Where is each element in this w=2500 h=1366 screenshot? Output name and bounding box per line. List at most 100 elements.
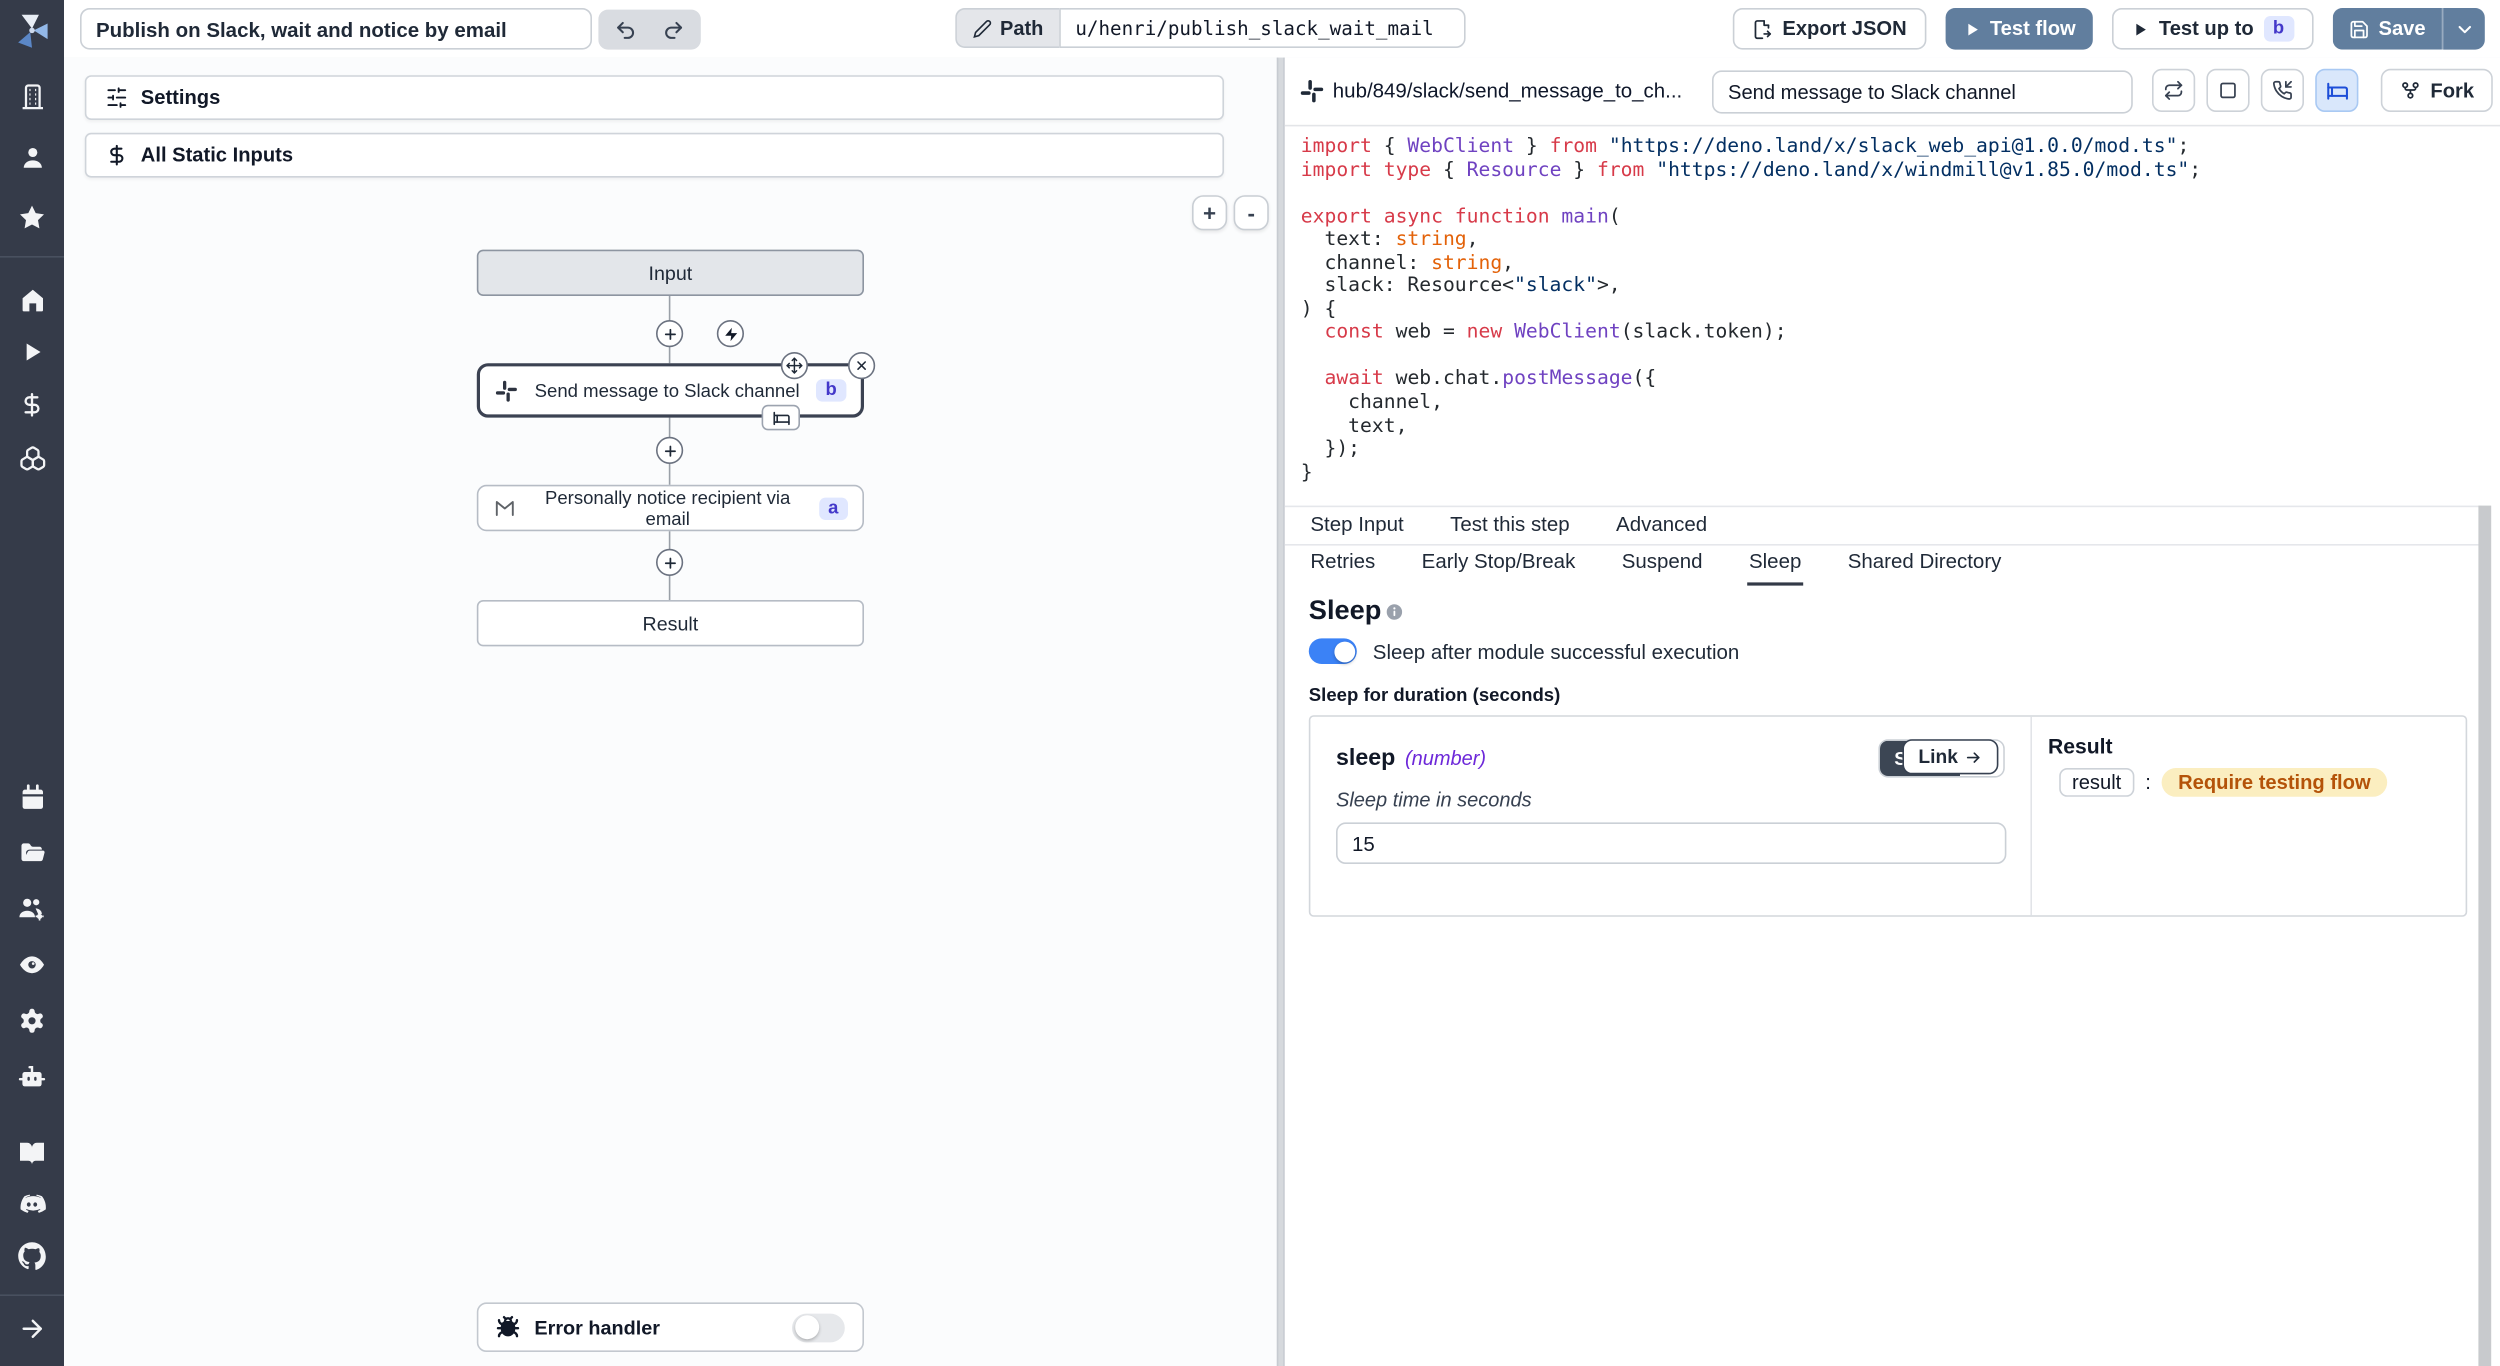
zoom-out-button[interactable]: - [1234,195,1269,230]
early-stop-square-icon[interactable] [2206,69,2249,112]
settings-gear-icon[interactable] [13,1002,51,1040]
panel-resize-handle[interactable] [1277,58,1285,1366]
bug-icon [496,1315,520,1339]
path-group: Path [955,8,1466,48]
schedules-calendar-icon[interactable] [13,778,51,816]
result-key-chip: result [2059,768,2134,797]
result-colon: : [2145,771,2151,793]
column-divider [2030,717,2032,915]
dollar-icon [106,144,128,166]
save-icon [2348,18,2369,39]
step-summary-input[interactable] [1712,70,2133,113]
flow-node-email-step[interactable]: Personally notice recipient via email a [477,485,864,531]
runs-play-icon[interactable] [13,333,51,371]
fork-button[interactable]: Fork [2381,69,2493,112]
move-step-icon[interactable] [781,352,808,379]
step-detail-panel: hub/849/slack/send_message_to_ch... Fork… [1285,58,2500,1366]
step-tabs-primary: Step Input Test this step Advanced [1285,506,2482,546]
groups-users-gear-icon[interactable] [13,890,51,928]
sleep-value-input[interactable] [1336,822,2006,864]
workspace-building-icon[interactable] [13,77,51,115]
insert-step-plus-icon[interactable] [656,320,683,347]
sliders-icon [106,86,128,108]
step-tabs-secondary: Retries Early Stop/Break Suspend Sleep Share… [1285,544,2482,584]
test-flow-label: Test flow [1990,18,2076,40]
zoom-in-button[interactable]: + [1192,195,1227,230]
trigger-zap-icon[interactable] [717,320,744,347]
tab-suspend[interactable]: Suspend [1620,544,1704,582]
insert-step-plus-icon[interactable] [656,549,683,576]
export-json-button[interactable]: Export JSON [1733,8,1926,50]
suspend-phone-icon[interactable] [2261,69,2304,112]
docs-book-icon[interactable] [13,1134,51,1172]
resources-boxes-icon[interactable] [13,438,51,476]
flow-node-input[interactable]: Input [477,250,864,296]
slack-step-badge: b [816,379,846,401]
export-json-label: Export JSON [1782,18,1906,40]
sleep-bed-icon-active[interactable] [2315,69,2358,112]
tab-test-this-step[interactable]: Test this step [1449,506,1572,544]
user-icon[interactable] [13,138,51,176]
test-up-to-button[interactable]: Test up to b [2113,8,2313,50]
flow-node-result[interactable]: Result [477,600,864,646]
insert-step-plus-icon[interactable] [656,437,683,464]
expand-sidebar-arrow-icon[interactable] [13,1309,51,1347]
tab-shared-directory[interactable]: Shared Directory [1846,544,2003,582]
link-button[interactable]: Link [1902,739,1997,774]
link-label: Link [1918,746,1957,768]
favorites-star-icon[interactable] [13,198,51,236]
script-path[interactable]: hub/849/slack/send_message_to_ch... [1333,78,1698,102]
workers-robot-icon[interactable] [13,1058,51,1096]
folders-icon[interactable] [13,834,51,872]
sleep-field-name: sleep [1336,746,1395,772]
flow-settings-bar[interactable]: Settings [85,75,1224,120]
test-up-to-label: Test up to [2159,18,2254,40]
save-dropdown-button[interactable] [2443,8,2485,50]
redo-icon[interactable] [653,13,695,47]
slack-icon [494,378,518,402]
discord-icon[interactable] [13,1186,51,1224]
sleep-bed-icon[interactable] [762,405,800,431]
sleep-toggle-label: Sleep after module successful execution [1373,639,1740,663]
flow-title-input[interactable] [80,8,592,50]
git-fork-icon [2400,80,2421,101]
test-flow-button[interactable]: Test flow [1945,8,2093,50]
sleep-toggle[interactable] [1309,638,1357,664]
remove-step-close-icon[interactable] [848,352,875,379]
error-handler-node[interactable]: Error handler [477,1302,864,1352]
arrow-right-icon [1964,748,1982,766]
flow-editor-panel: Settings All Static Inputs + - Input Sen… [64,58,1277,1366]
result-node-label: Result [643,612,699,634]
error-handler-toggle[interactable] [792,1313,845,1342]
result-value-badge: Require testing flow [2162,768,2387,797]
save-button[interactable]: Save [2332,8,2443,50]
sleep-duration-label: Sleep for duration (seconds) [1309,685,1561,706]
vertical-scrollbar[interactable] [2478,506,2491,1366]
email-step-label: Personally notice recipient via email [530,487,806,529]
step-header: hub/849/slack/send_message_to_ch... Fork [1285,58,2500,127]
path-input[interactable] [1059,8,1465,48]
retries-repeat-icon[interactable] [2152,69,2195,112]
audit-eye-icon[interactable] [13,946,51,984]
path-button[interactable]: Path [955,8,1059,48]
windmill-logo-icon[interactable] [8,6,56,54]
play-icon [2132,20,2150,38]
tab-advanced[interactable]: Advanced [1614,506,1708,544]
github-icon[interactable] [13,1237,51,1275]
home-icon[interactable] [13,280,51,318]
tab-sleep[interactable]: Sleep [1747,544,1803,586]
tab-early-stop-break[interactable]: Early Stop/Break [1420,544,1577,582]
sidebar [0,0,64,1366]
save-label: Save [2379,18,2426,40]
tab-step-input[interactable]: Step Input [1309,506,1406,544]
all-static-inputs-bar[interactable]: All Static Inputs [85,133,1224,178]
input-node-label: Input [649,262,693,284]
variables-dollar-icon[interactable] [13,386,51,424]
all-static-inputs-label: All Static Inputs [141,144,293,166]
info-icon[interactable] [1386,602,1404,620]
tab-retries[interactable]: Retries [1309,544,1377,582]
code-editor[interactable]: import { WebClient } from "https://deno.… [1301,134,2479,483]
sidebar-divider [0,256,64,258]
undo-icon[interactable] [605,13,647,47]
fork-label: Fork [2430,79,2474,101]
